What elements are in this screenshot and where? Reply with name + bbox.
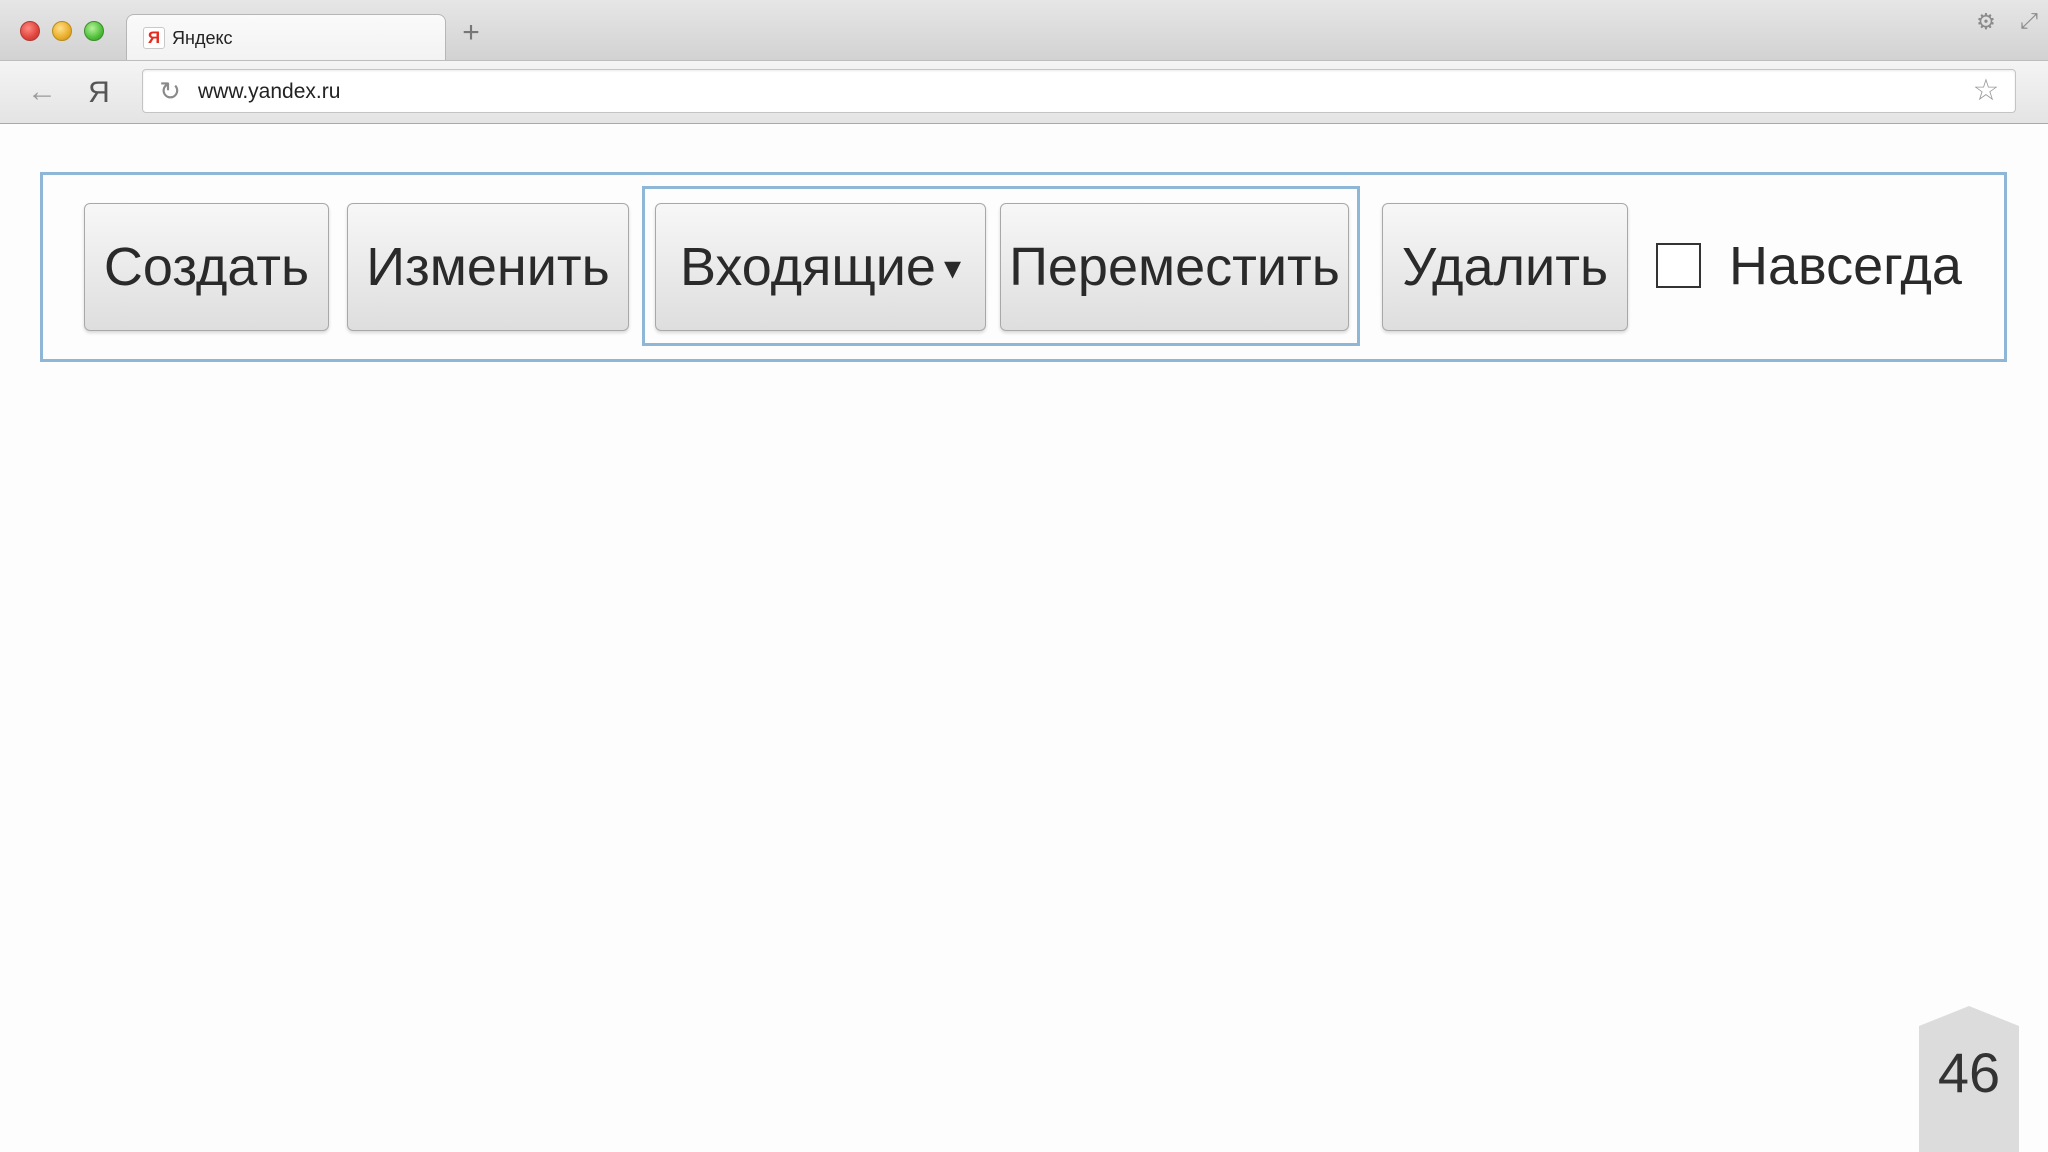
inbox-button-label: Входящие (679, 237, 936, 297)
zoom-window-button[interactable] (84, 21, 104, 41)
slide-number: 46 (1937, 1041, 2001, 1104)
forever-checkbox[interactable] (1656, 243, 1701, 288)
edit-button-label: Изменить (366, 237, 610, 297)
yandex-favicon-icon: Я (143, 27, 165, 49)
url-text[interactable]: www.yandex.ru (198, 80, 340, 104)
resize-icon[interactable]: ⤢ (2016, 8, 2042, 34)
delete-button-label: Удалить (1401, 237, 1609, 297)
forever-checkbox-label[interactable]: Навсегда (1729, 232, 1962, 300)
inbox-dropdown-button[interactable]: Входящие ▾ (655, 203, 986, 331)
delete-button[interactable]: Удалить (1382, 203, 1628, 331)
tab-bar: Я Яндекс + ⚙ ⤢ (0, 0, 2048, 62)
caret-down-icon: ▾ (943, 248, 962, 287)
minimize-window-button[interactable] (52, 21, 72, 41)
edit-button[interactable]: Изменить (347, 203, 629, 331)
browser-toolbar: ← Я ↻ www.yandex.ru ☆ (0, 60, 2048, 124)
arrow-left-icon[interactable]: ← (26, 77, 58, 109)
gear-icon[interactable]: ⚙ (1974, 10, 1998, 34)
yandex-home-button[interactable]: Я (84, 75, 114, 111)
move-button-label: Переместить (1009, 237, 1340, 297)
close-window-button[interactable] (20, 21, 40, 41)
address-bar[interactable]: ↻ www.yandex.ru ☆ (142, 69, 2016, 113)
star-icon[interactable]: ☆ (1969, 74, 2003, 108)
new-tab-button[interactable]: + (458, 18, 484, 48)
browser-tab[interactable]: Я Яндекс (126, 14, 446, 62)
create-button-label: Создать (103, 237, 310, 297)
move-button[interactable]: Переместить (1000, 203, 1349, 331)
tab-title: Яндекс (172, 28, 233, 48)
reload-icon[interactable]: ↻ (155, 76, 185, 106)
create-button[interactable]: Создать (84, 203, 329, 331)
